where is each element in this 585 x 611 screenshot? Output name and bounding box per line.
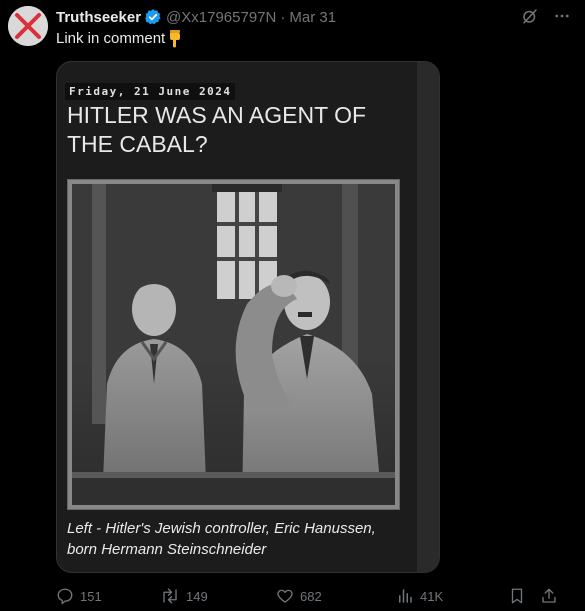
- views-button[interactable]: 41K: [396, 587, 508, 605]
- bookmark-icon: [508, 587, 526, 605]
- share-button[interactable]: [540, 587, 562, 605]
- tweet-header: Truthseeker @Xx17965797N · Mar 31: [56, 7, 336, 27]
- tweet-text: Link in comment: [56, 29, 183, 49]
- heart-icon: [276, 587, 294, 605]
- reply-count: 151: [80, 588, 102, 604]
- reply-icon: [56, 587, 74, 605]
- repost-count: 149: [186, 588, 208, 604]
- separator-dot: ·: [280, 8, 286, 26]
- tweet-actions: 151 149 682 41K: [56, 585, 571, 607]
- pointing-down-emoji-icon: [167, 30, 183, 48]
- timestamp[interactable]: Mar 31: [289, 9, 336, 26]
- bookmark-button[interactable]: [508, 587, 540, 605]
- views-count: 41K: [420, 588, 444, 604]
- repost-icon: [160, 587, 180, 605]
- article-caption: Left - Hitler's Jewish controller, Eric …: [67, 520, 376, 558]
- views-icon: [396, 587, 414, 605]
- display-name[interactable]: Truthseeker: [56, 9, 141, 26]
- article-headline: HITLER WAS AN AGENT OF THE CABAL?: [67, 102, 367, 157]
- tweet-top-actions: [521, 7, 571, 30]
- like-count: 682: [300, 588, 322, 604]
- tweet-media-image[interactable]: Friday, 21 June 2024 HITLER WAS AN AGENT…: [56, 61, 440, 573]
- photo-illustration: [72, 184, 395, 505]
- verified-badge-icon: [144, 8, 162, 26]
- historical-photo: [67, 179, 400, 510]
- grok-icon[interactable]: [521, 7, 539, 30]
- like-button[interactable]: 682: [276, 587, 396, 605]
- share-icon: [540, 587, 558, 605]
- tweet-text-content: Link in comment: [56, 30, 166, 47]
- reply-button[interactable]: 151: [56, 587, 160, 605]
- tweet: Truthseeker @Xx17965797N · Mar 31 Link i…: [0, 0, 585, 611]
- media-side-strip: [417, 62, 439, 572]
- more-icon[interactable]: [553, 7, 571, 30]
- article-date: Friday, 21 June 2024: [65, 83, 236, 100]
- avatar[interactable]: [8, 6, 48, 46]
- repost-button[interactable]: 149: [160, 587, 276, 605]
- handle[interactable]: @Xx17965797N: [166, 9, 276, 26]
- red-x-avatar-icon: [8, 6, 48, 46]
